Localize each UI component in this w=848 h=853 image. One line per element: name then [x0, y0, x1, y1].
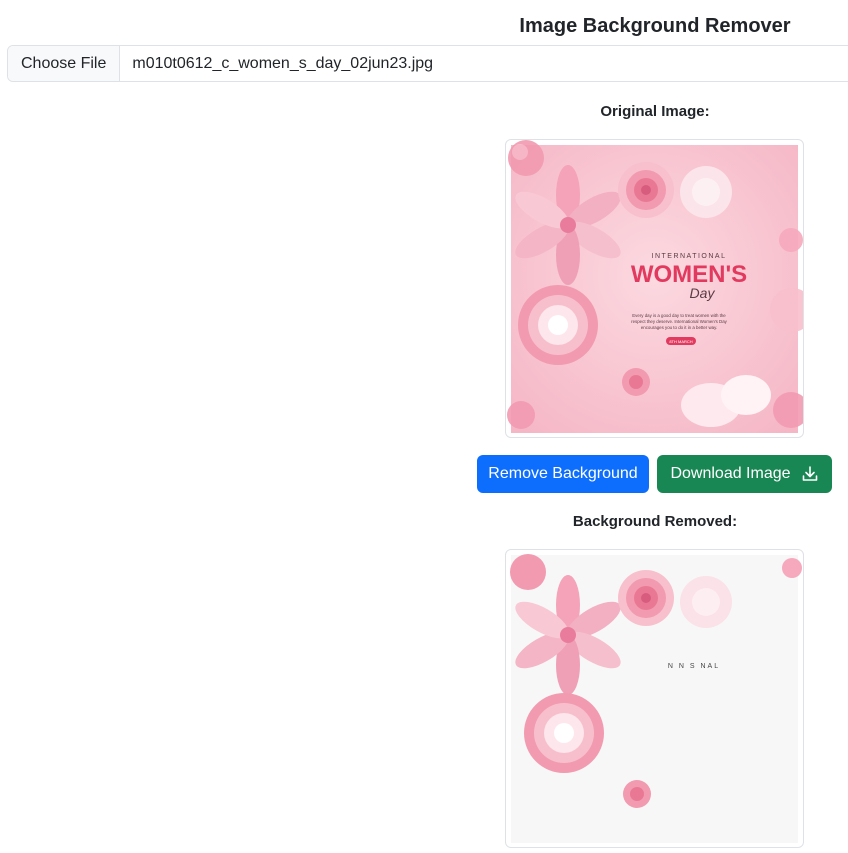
original-image-label: Original Image:: [600, 103, 710, 120]
poster-line3: Day: [690, 285, 716, 301]
download-image-label: Download Image: [670, 465, 791, 482]
poster-body1: Every day is a good day to treat women w…: [632, 313, 726, 318]
residual-text: N N S NAL: [668, 663, 720, 670]
background-removed-label: Background Removed:: [572, 513, 738, 530]
file-input[interactable]: Choose File m010t0612_c_women_s_day_02ju…: [7, 45, 848, 82]
background-removed-image: N N S NAL: [505, 549, 804, 848]
choose-file-button[interactable]: Choose File: [8, 46, 121, 81]
poster-body2: respect they deserve. International Wome…: [631, 319, 727, 324]
poster-badge: 8TH MARCH: [669, 339, 692, 344]
download-image-button[interactable]: Download Image: [657, 455, 832, 493]
poster-line1: INTERNATIONAL: [652, 253, 727, 260]
poster-line2: WOMEN'S: [631, 261, 747, 288]
poster-body3: encourages you to do it in a better way.: [641, 325, 717, 330]
original-image: INTERNATIONAL WOMEN'S Day Every day is a…: [505, 139, 804, 438]
download-icon: [802, 466, 817, 481]
remove-background-button[interactable]: Remove Background: [477, 455, 649, 493]
file-name: m010t0612_c_women_s_day_02jun23.jpg: [132, 54, 434, 72]
page-title: Image Background Remover: [519, 15, 791, 37]
